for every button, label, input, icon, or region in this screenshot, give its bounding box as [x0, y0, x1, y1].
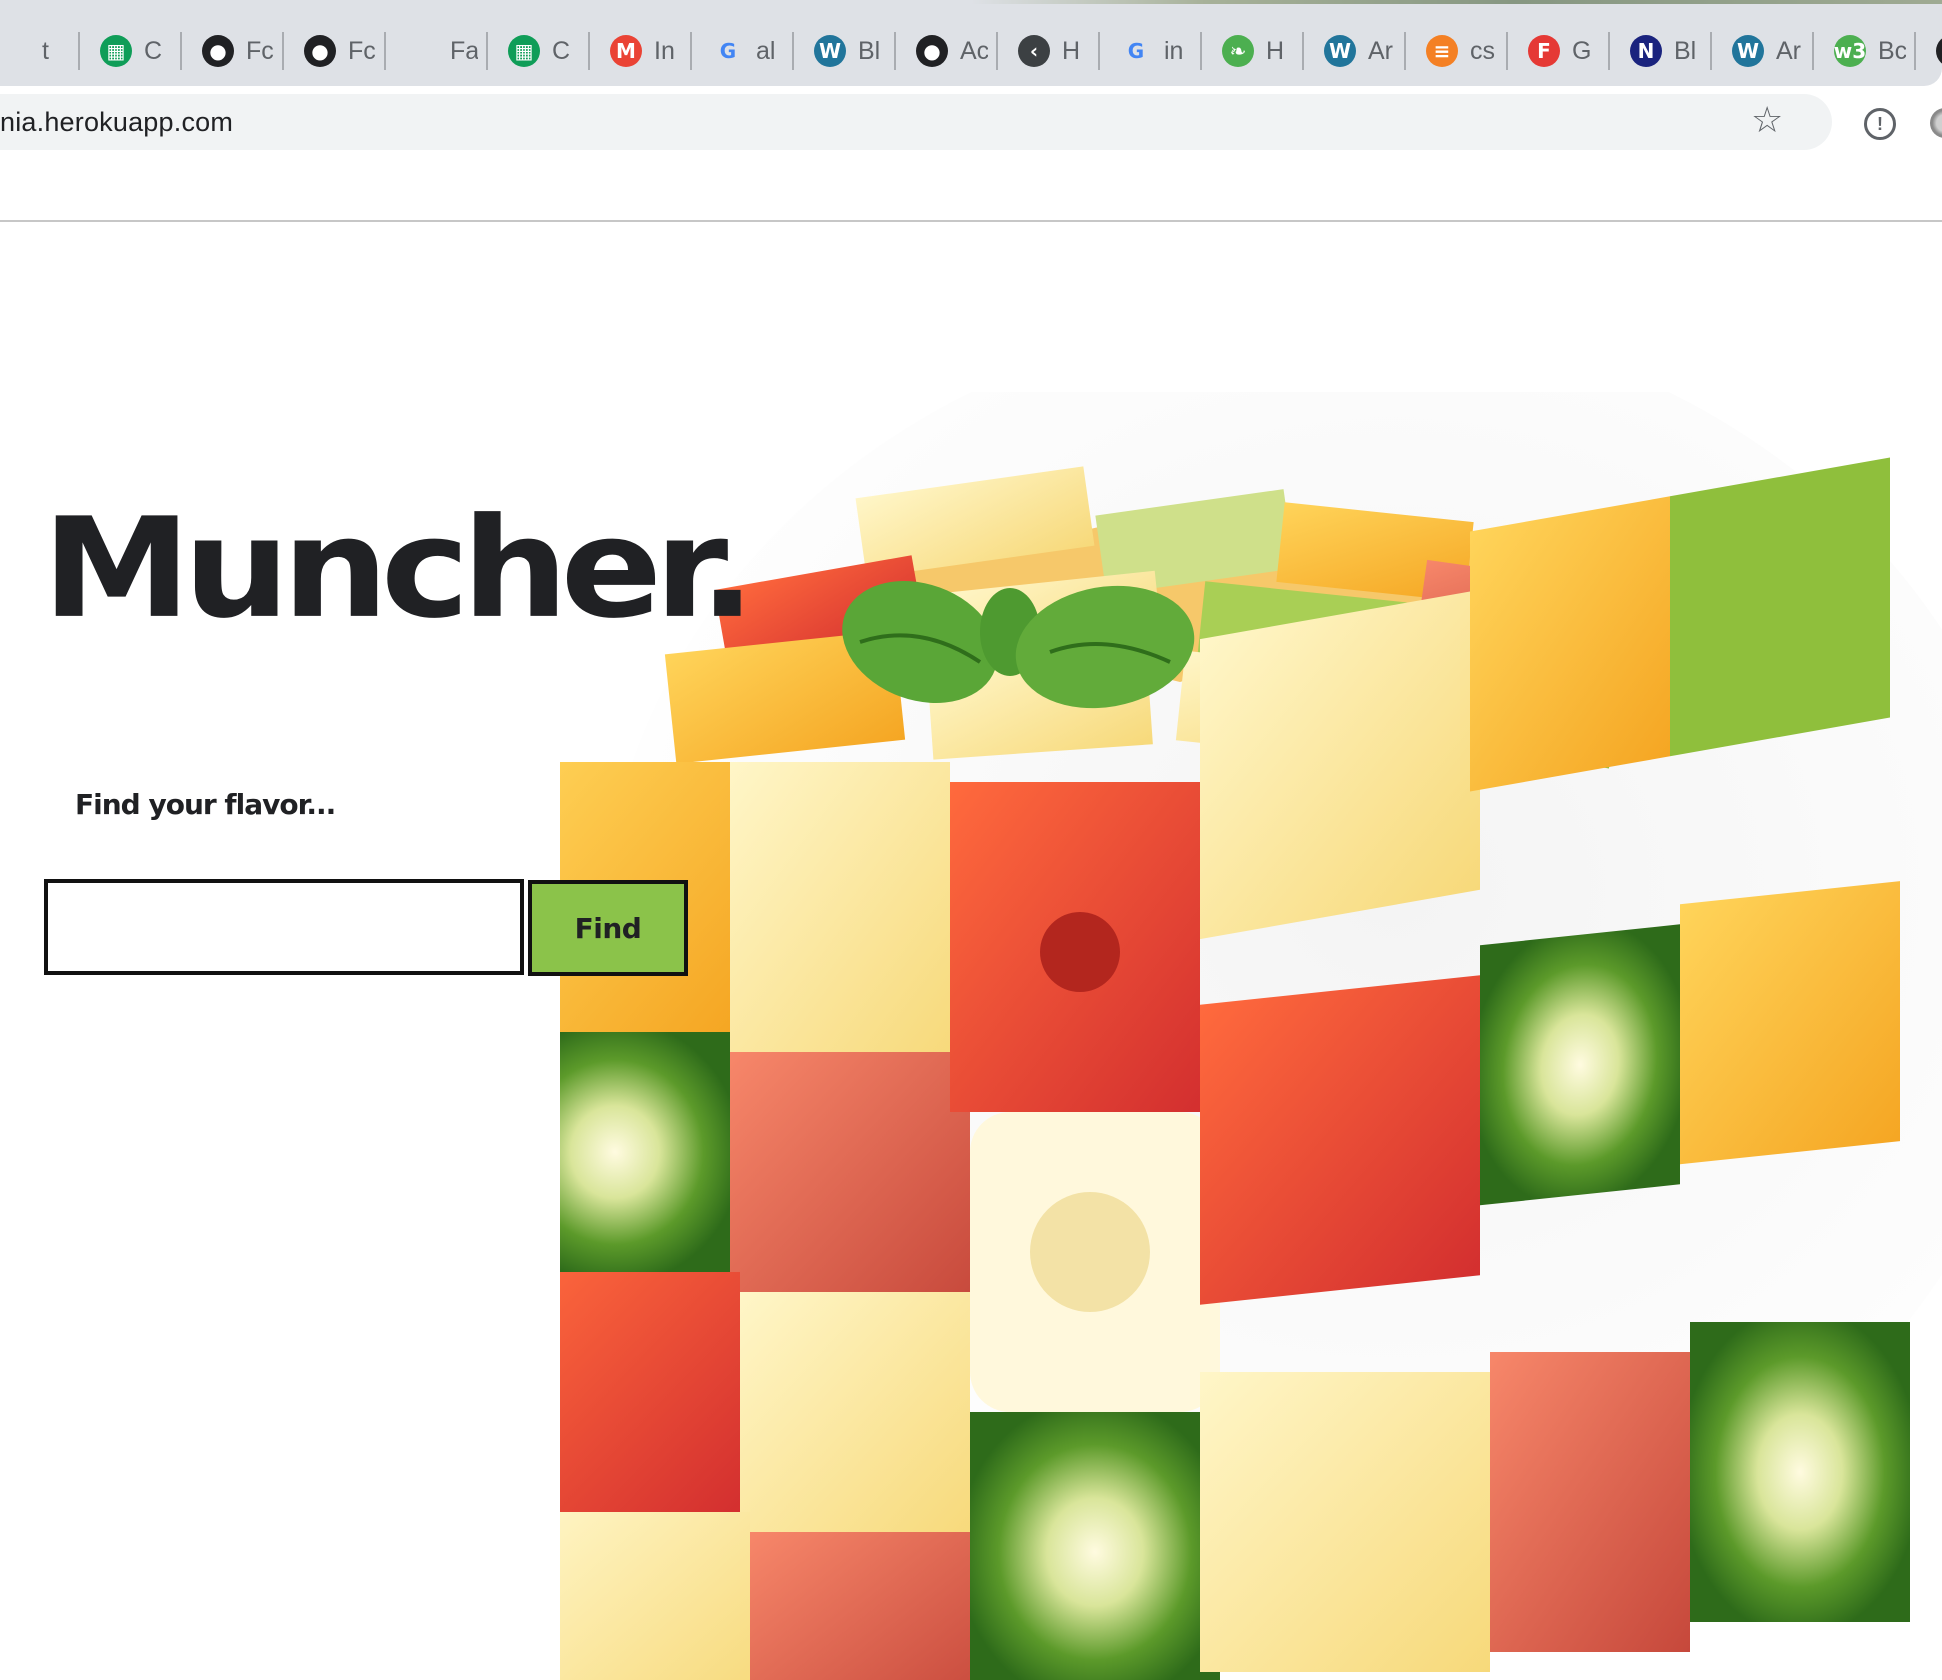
- browser-tab[interactable]: ● Fc: [182, 32, 284, 70]
- browser-tab[interactable]: t: [0, 32, 80, 70]
- tab-title: al: [756, 36, 776, 65]
- tab-title: C: [144, 36, 163, 65]
- brush-icon: ✎: [1936, 35, 1942, 67]
- extension-icon[interactable]: [1930, 108, 1942, 138]
- tab-title: t: [42, 36, 49, 65]
- find-button[interactable]: Find: [528, 880, 688, 976]
- browser-tab[interactable]: Fa: [386, 32, 488, 70]
- browser-tab[interactable]: ✎Sp: [1916, 32, 1942, 70]
- flavor-search-input[interactable]: [44, 879, 524, 975]
- tab-title: In: [654, 36, 675, 65]
- n-icon: N: [1630, 35, 1662, 67]
- tab-title: Ar: [1776, 36, 1801, 65]
- tab-title: Fa: [450, 36, 478, 65]
- browser-tab[interactable]: w3 Bc: [1814, 32, 1916, 70]
- gmail-icon: M: [610, 35, 642, 67]
- tab-title: G: [1572, 36, 1592, 65]
- wordpress-icon: W: [814, 35, 846, 67]
- google-icon: G: [719, 39, 737, 63]
- blank-icon: [406, 35, 438, 67]
- doc-icon: [0, 35, 30, 67]
- browser-tab[interactable]: W Ar: [1304, 32, 1406, 70]
- wordpress-icon: W: [1324, 35, 1356, 67]
- tab-title: H: [1266, 36, 1285, 65]
- browser-tab[interactable]: ● Fc: [284, 32, 386, 70]
- browser-tab[interactable]: N Bl: [1610, 32, 1712, 70]
- stackoverflow-icon: ≡: [1426, 35, 1458, 67]
- tab-title: Bl: [858, 36, 881, 65]
- browser-tab[interactable]: W Ar: [1712, 32, 1814, 70]
- google-icon: G: [1127, 39, 1145, 63]
- extension-icon[interactable]: !: [1864, 108, 1896, 140]
- browser-tab[interactable]: ‹ H: [998, 32, 1100, 70]
- address-bar[interactable]: nia.herokuapp.com ☆: [0, 94, 1832, 150]
- browser-tab[interactable]: Gal: [692, 32, 794, 70]
- browser-tab[interactable]: ❧ H: [1202, 32, 1304, 70]
- tab-title: Ar: [1368, 36, 1393, 65]
- arrow-icon: ‹: [1018, 35, 1050, 67]
- tab-title: C: [552, 36, 571, 65]
- tab-title: Bc: [1878, 36, 1906, 65]
- browser-tab[interactable]: ▦ C: [488, 32, 590, 70]
- browser-tab[interactable]: ▦ C: [80, 32, 182, 70]
- bookmark-star-icon[interactable]: ☆: [1751, 100, 1783, 141]
- url-text: nia.herokuapp.com: [0, 107, 234, 137]
- browser-tab[interactable]: Gin: [1100, 32, 1202, 70]
- tab-title: Ac: [960, 36, 988, 65]
- page-content: Muncher. Find your flavor... Find: [0, 222, 1942, 1680]
- sheets-icon: ▦: [100, 35, 132, 67]
- tab-title: H: [1062, 36, 1081, 65]
- brand-logo-title: Muncher.: [42, 488, 756, 650]
- github-icon: ●: [304, 35, 336, 67]
- search-tagline: Find your flavor...: [75, 788, 336, 821]
- browser-tab[interactable]: ● Ac: [896, 32, 998, 70]
- w3-icon: w3: [1834, 35, 1866, 67]
- browser-tab-strip: t ▦ C ● Fc ● Fc Fa ▦ C M In Gal W Bl ● Ac ‹ H Gin ❧ H W Ar ≡ cs F G…: [0, 0, 1942, 86]
- leaf-icon: ❧: [1222, 35, 1254, 67]
- tab-title: in: [1164, 36, 1184, 65]
- tab-title: Bl: [1674, 36, 1697, 65]
- tab-list: t ▦ C ● Fc ● Fc Fa ▦ C M In Gal W Bl ● Ac ‹ H Gin ❧ H W Ar ≡ cs F G…: [0, 16, 1942, 86]
- github-icon: ●: [916, 35, 948, 67]
- sheets-icon: ▦: [508, 35, 540, 67]
- browser-tab[interactable]: ≡ cs: [1406, 32, 1508, 70]
- fruit-cube-image: [560, 392, 1942, 1680]
- wordpress-icon: W: [1732, 35, 1764, 67]
- tab-title: cs: [1470, 36, 1495, 65]
- github-icon: ●: [202, 35, 234, 67]
- tab-title: Fc: [348, 36, 376, 65]
- browser-tab[interactable]: W Bl: [794, 32, 896, 70]
- browser-tab[interactable]: FG: [1508, 32, 1610, 70]
- f-icon: F: [1528, 35, 1560, 67]
- browser-toolbar: nia.herokuapp.com ☆ !: [0, 86, 1942, 222]
- browser-tab[interactable]: M In: [590, 32, 692, 70]
- tab-title: Fc: [246, 36, 274, 65]
